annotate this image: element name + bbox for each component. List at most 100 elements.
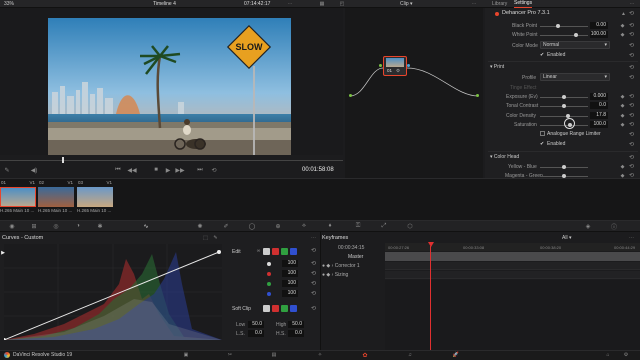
curve-point-end[interactable] xyxy=(217,250,221,254)
timeline-name[interactable]: Timeline 4 xyxy=(153,1,176,7)
channel-r-value[interactable]: 100 xyxy=(282,270,298,277)
magic-mask-icon[interactable]: ⟡ xyxy=(300,222,308,230)
tracker-icon[interactable]: ⊕ xyxy=(274,222,282,230)
softclip-r-toggle[interactable] xyxy=(272,305,279,312)
white-point-handle[interactable] xyxy=(574,33,578,37)
saturation-reset-icon[interactable]: ⟲ xyxy=(628,121,635,128)
curve-left-handle-icon[interactable]: ▶ xyxy=(0,250,6,256)
info-icon[interactable]: ⓘ xyxy=(610,222,618,231)
exposure-slider[interactable] xyxy=(540,95,588,99)
channel-r-reset-icon[interactable]: ⟲ xyxy=(310,270,317,277)
tab-settings[interactable]: Settings xyxy=(514,0,533,8)
rgb-mixer-icon[interactable]: ◑ xyxy=(74,222,82,230)
color-wheels-icon[interactable]: ◎ xyxy=(52,222,60,230)
page-fairlight-icon[interactable]: ♫ xyxy=(406,351,414,359)
enabled-checkbox-1[interactable]: ✔ xyxy=(540,52,544,58)
keyframes-ruler[interactable] xyxy=(385,243,640,251)
plugin-enable-dot[interactable] xyxy=(495,12,499,16)
softclip-g-toggle[interactable] xyxy=(281,305,288,312)
node-input-dot[interactable] xyxy=(349,94,352,97)
white-point-slider[interactable] xyxy=(540,33,588,37)
curve-graph[interactable] xyxy=(4,244,222,340)
clip-item-1[interactable]: 01 V1 H.265 Main 10 ... xyxy=(0,180,36,216)
step-forward-icon[interactable]: ▶▶ xyxy=(175,166,184,174)
pen-tool-icon[interactable]: ✎ xyxy=(3,166,11,174)
curves-pick-icon[interactable]: ✎ xyxy=(212,234,219,241)
channel-g-reset-icon[interactable]: ⟲ xyxy=(310,280,317,287)
exposure-key-icon[interactable]: ◆ xyxy=(619,93,626,100)
yellow-blue-slider[interactable] xyxy=(540,165,588,169)
color-node[interactable]: 01 ⚙ xyxy=(383,56,407,76)
home-icon[interactable]: ⌂ xyxy=(604,351,612,359)
sizing-track-bar[interactable] xyxy=(385,271,640,279)
yellow-blue-reset-icon[interactable]: ⟲ xyxy=(628,163,635,170)
tonal-contrast-slider[interactable] xyxy=(540,104,588,108)
profile-select[interactable]: Linear ▾ xyxy=(540,73,610,81)
channel-y-toggle[interactable] xyxy=(263,248,270,255)
corrector-track-bar[interactable] xyxy=(385,262,640,270)
saturation-key-icon[interactable]: ◆ xyxy=(619,121,626,128)
softclip-y-toggle[interactable] xyxy=(263,305,270,312)
black-point-handle[interactable] xyxy=(556,24,560,28)
tonal-contrast-key-icon[interactable]: ◆ xyxy=(619,102,626,109)
tonal-contrast-handle[interactable] xyxy=(562,104,566,108)
color-density-key-icon[interactable]: ◆ xyxy=(619,112,626,119)
scroll-up-icon[interactable]: ▲ xyxy=(620,10,627,17)
channel-y-value[interactable]: 100 xyxy=(282,260,298,267)
3d-icon[interactable]: ⬡ xyxy=(406,222,414,230)
channel-b-reset-icon[interactable]: ⟲ xyxy=(310,290,317,297)
window-icon[interactable]: ◯ xyxy=(248,222,256,230)
limiter-reset-icon[interactable]: ⟲ xyxy=(628,131,635,138)
page-color-icon[interactable]: ✿ xyxy=(360,350,370,360)
sizing-icon[interactable]: ⤢ xyxy=(380,222,388,230)
black-point-value[interactable]: 0.00 xyxy=(590,22,608,29)
softclip-reset-icon[interactable]: ⟲ xyxy=(310,305,317,312)
curves-icon[interactable]: ∿ xyxy=(142,222,150,230)
black-point-slider[interactable] xyxy=(540,24,588,28)
tonal-contrast-reset-icon[interactable]: ⟲ xyxy=(628,102,635,109)
clip-item-2[interactable]: 02 V1 H.265 Main 10 ... xyxy=(38,180,74,216)
enabled-checkbox-2[interactable]: ✔ xyxy=(540,141,544,147)
loop-icon[interactable]: ⟲ xyxy=(210,166,218,174)
project-settings-icon[interactable]: ⚙ xyxy=(622,351,630,359)
page-deliver-icon[interactable]: 🚀 xyxy=(452,351,460,359)
softclip-ls-value[interactable]: 0.0 xyxy=(248,330,264,337)
stop-icon[interactable]: ■ xyxy=(152,166,160,174)
node-key-in[interactable] xyxy=(379,64,382,67)
black-point-reset-icon[interactable]: ⟲ xyxy=(628,22,635,29)
limiter-checkbox[interactable] xyxy=(540,131,545,136)
clip-item-3[interactable]: 03 V1 H.265 Main 10 ... xyxy=(77,180,113,216)
gallery-icon[interactable]: ▦ xyxy=(318,0,326,8)
softclip-b-toggle[interactable] xyxy=(290,305,297,312)
scrubber-handle[interactable] xyxy=(62,157,64,163)
magenta-green-slider[interactable] xyxy=(540,174,588,178)
exposure-reset-icon[interactable]: ⟲ xyxy=(628,93,635,100)
softclip-low-value[interactable]: 50.0 xyxy=(248,321,264,328)
channel-b-toggle[interactable] xyxy=(290,248,297,255)
color-density-reset-icon[interactable]: ⟲ xyxy=(628,112,635,119)
channel-g-toggle[interactable] xyxy=(281,248,288,255)
edit-link-icon[interactable]: ∞ xyxy=(255,247,262,254)
profile-reset-icon[interactable]: ⟲ xyxy=(628,74,635,81)
node-options-icon[interactable]: ⋯ xyxy=(470,0,478,8)
softclip-hs-value[interactable]: 0.0 xyxy=(288,330,304,337)
color-match-icon[interactable]: ⊞ xyxy=(30,222,38,230)
camera-raw-icon[interactable]: ◉ xyxy=(8,222,16,230)
white-point-value[interactable]: 100.00 xyxy=(590,31,608,38)
yellow-blue-handle[interactable] xyxy=(562,165,566,169)
color-density-slider[interactable] xyxy=(540,114,588,118)
color-density-value[interactable]: 17.8 xyxy=(590,112,608,119)
curves-link-icon[interactable]: ⬚ xyxy=(202,234,209,241)
exposure-handle[interactable] xyxy=(562,95,566,99)
page-cut-icon[interactable]: ✂ xyxy=(226,351,234,359)
colorhead-reset-icon[interactable]: ⟲ xyxy=(628,154,635,161)
tab-library[interactable]: Library xyxy=(492,1,507,7)
play-icon[interactable]: ▶ xyxy=(164,166,172,174)
sizing-track-row[interactable]: ● ◆ › Sizing xyxy=(322,272,348,278)
channel-b-value[interactable]: 100 xyxy=(282,290,298,297)
softclip-high-value[interactable]: 50.0 xyxy=(288,321,304,328)
colorhead-section-header[interactable]: ▾ Color Head xyxy=(490,154,519,160)
channel-y-reset-icon[interactable]: ⟲ xyxy=(310,260,317,267)
key-icon[interactable]: ⚿ xyxy=(354,222,362,230)
print-reset-icon[interactable]: ⟲ xyxy=(628,64,635,71)
